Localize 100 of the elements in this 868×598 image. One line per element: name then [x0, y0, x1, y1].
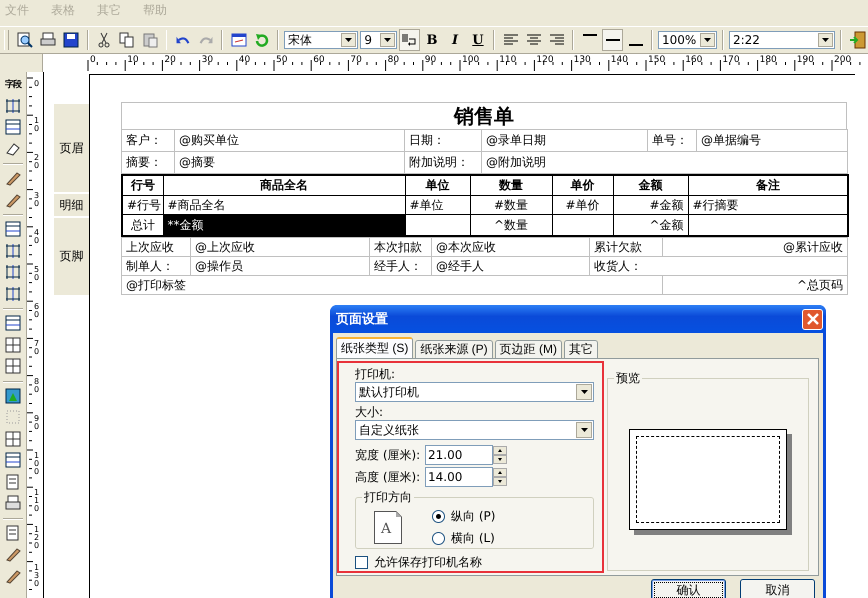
report-cell: @本次应收	[432, 238, 590, 256]
dialog-button[interactable]: 确认	[651, 579, 726, 598]
tab[interactable]: 纸张类型 (S)	[336, 337, 414, 358]
font-dropdown[interactable]: 宋体	[284, 31, 358, 49]
text-format-button[interactable]: I	[444, 29, 466, 51]
report-cell: 本次扣款	[370, 238, 432, 256]
spinner-arrows-icon[interactable]	[493, 446, 507, 464]
insert-row-button[interactable]	[2, 117, 24, 137]
tab[interactable]: 其它	[564, 340, 598, 358]
ruler-label: 110	[499, 55, 516, 65]
column-header: 行号	[122, 175, 163, 196]
ruler-label: 50	[34, 266, 40, 282]
printer-icon	[5, 495, 21, 511]
ruler-label: 180	[760, 55, 777, 65]
report-cell: @附加说明	[482, 152, 848, 174]
dialog-title: 页面设置	[336, 311, 388, 328]
spinner-arrows-icon[interactable]	[493, 468, 507, 486]
report-cell: @打印标签	[122, 276, 662, 294]
document-icon	[5, 474, 21, 490]
table-icon	[5, 430, 21, 446]
pencil-icon	[5, 192, 21, 208]
report-cell: **金额	[163, 214, 405, 236]
ruler-label: 40	[34, 228, 40, 245]
tab[interactable]: 页边距 (M)	[494, 340, 562, 358]
ruler-label: 40	[238, 55, 250, 65]
column-header: 金额	[613, 175, 688, 196]
ruler-label: 50	[276, 55, 288, 65]
table-button[interactable]	[2, 428, 24, 448]
align-left-icon	[504, 34, 518, 46]
radio-label[interactable]: 纵向 (P)	[451, 508, 496, 524]
group-title: 打印方向	[362, 490, 414, 504]
eraser-icon	[5, 140, 21, 156]
report-cell: @摘要	[174, 152, 404, 174]
report-cell: @购买单位	[174, 130, 404, 152]
report-cell: @单据编号	[696, 130, 848, 152]
report-cell: #行号	[122, 196, 163, 214]
undo-icon	[176, 36, 190, 44]
report-cell: 客户：	[122, 130, 174, 152]
middle-line-icon	[606, 39, 620, 41]
field-button[interactable]: 字段	[2, 74, 24, 94]
zoom-dropdown[interactable]: 100%	[658, 31, 717, 49]
ruler-label: 170	[722, 55, 740, 65]
field-label: 高度 (厘米):	[355, 468, 422, 486]
field-label: 大小:	[355, 405, 384, 420]
report-cell: 累计欠款	[590, 238, 662, 256]
text-format-button[interactable]: U	[467, 29, 488, 51]
number-field[interactable]: 21.00	[425, 445, 493, 465]
radio-label[interactable]: 横向 (L)	[451, 530, 495, 546]
report-title: 销售单	[121, 102, 847, 129]
picture-button[interactable]	[2, 386, 24, 406]
radio-button[interactable]	[432, 532, 445, 544]
report-cell: @录单日期	[482, 130, 648, 152]
ruler-label: 80	[34, 378, 40, 394]
tab[interactable]: 纸张来源 (P)	[415, 340, 493, 358]
band-label[interactable]: 明细	[54, 194, 89, 216]
ruler-label: 0	[90, 55, 96, 65]
close-icon	[806, 313, 818, 325]
band-label[interactable]: 页脚	[54, 218, 89, 295]
window-icon	[230, 32, 247, 48]
exit-button[interactable]	[847, 29, 868, 51]
report-cell: 上次应收	[122, 238, 190, 256]
door-exit-icon	[848, 31, 867, 49]
text-format-button[interactable]: B	[422, 29, 443, 51]
ruler-label: 30	[34, 192, 40, 208]
dotted-box-icon	[5, 409, 21, 425]
column-header: 单价	[552, 175, 613, 196]
grid-icon	[5, 358, 21, 374]
middle-line-button[interactable]	[602, 29, 624, 51]
report-cell: #数量	[470, 196, 552, 214]
word-wrap-button[interactable]	[398, 29, 420, 51]
ruler-label: 190	[796, 55, 814, 65]
top-line-icon	[582, 34, 597, 36]
report-cell: ^总页码	[662, 276, 848, 294]
report-cell: @操作员	[190, 256, 370, 276]
report-cell: 摘要：	[122, 152, 174, 174]
close-button[interactable]	[802, 308, 823, 330]
printer-dropdown[interactable]: 默认打印机	[355, 382, 594, 402]
position-dropdown[interactable]: 2:22	[728, 31, 836, 49]
dialog-button[interactable]: 取消	[740, 579, 815, 598]
band-label[interactable]: 页眉	[54, 104, 89, 192]
checkbox-label[interactable]: 允许保存打印机名称	[374, 554, 482, 571]
group-title: 预览	[614, 371, 642, 385]
number-field[interactable]: 14.00	[425, 467, 493, 487]
column-header: 单位	[405, 175, 470, 196]
align-center-icon	[526, 34, 541, 46]
scissors-icon	[96, 32, 112, 48]
portrait-page-icon: A	[374, 510, 402, 544]
checkbox[interactable]	[355, 556, 368, 569]
report-cell: #单价	[552, 196, 613, 214]
paper-size-dropdown[interactable]: 自定义纸张	[355, 420, 594, 440]
ruler-label: 160	[685, 55, 702, 65]
ruler-label: 90	[34, 414, 40, 431]
grid-button[interactable]	[2, 356, 24, 376]
ruler-label: 60	[313, 55, 325, 65]
font-size-dropdown[interactable]: 9	[360, 31, 397, 49]
report-cell: 日期：	[404, 130, 482, 152]
report-cell: #金额	[613, 196, 688, 214]
radio-button[interactable]	[432, 510, 445, 522]
ruler-label: 80	[388, 55, 400, 65]
magnifier-icon	[17, 32, 34, 48]
